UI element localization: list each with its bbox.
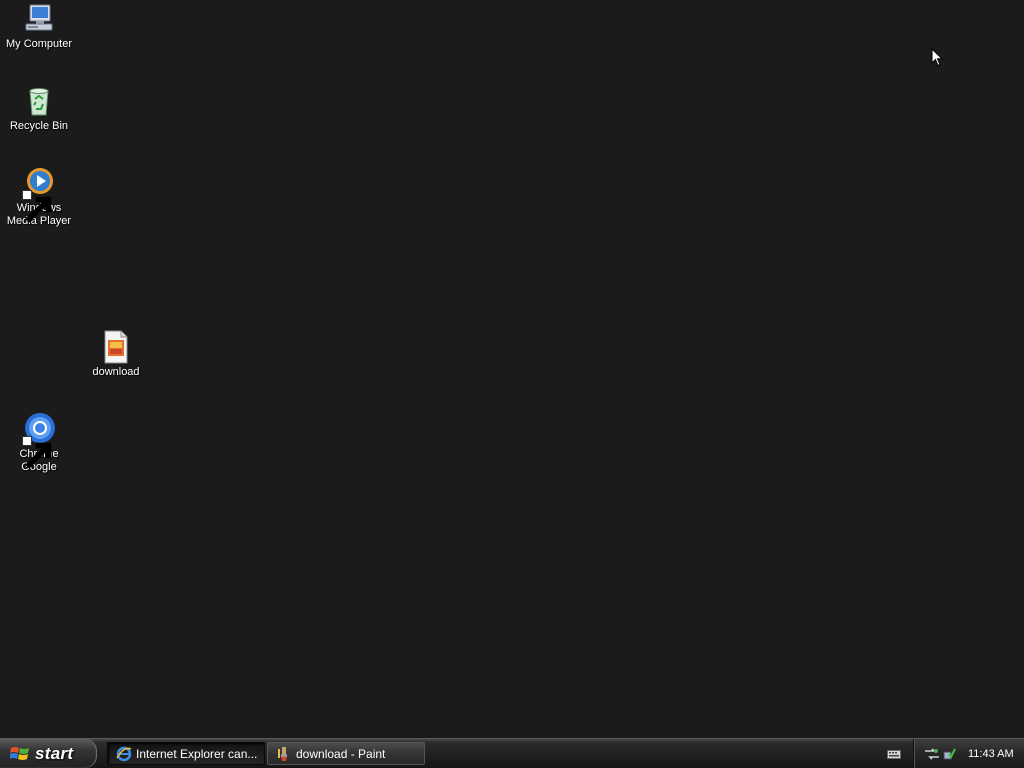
keyboard-icon[interactable]: [887, 748, 901, 760]
desktop-icon-label: Recycle Bin: [9, 120, 69, 132]
desktop[interactable]: My Computer Recycle Bin Windows Media Pl…: [0, 0, 1024, 738]
start-button[interactable]: start: [0, 739, 97, 768]
desktop-icon-download[interactable]: download: [77, 330, 155, 379]
taskbar-button-internet-explorer[interactable]: Internet Explorer can...: [107, 742, 265, 765]
start-label: start: [35, 743, 74, 763]
my-computer-icon: [22, 2, 56, 36]
taskbar-button-paint[interactable]: download - Paint: [267, 742, 425, 765]
shortcut-arrow-icon: [22, 436, 52, 469]
shortcut-arrow-icon: [22, 190, 52, 223]
desktop-icon-recycle-bin[interactable]: Recycle Bin: [0, 84, 78, 133]
desktop-icon-chrome-google[interactable]: Chrome Google: [0, 412, 78, 474]
paint-icon: [278, 746, 287, 761]
safely-remove-hardware-icon[interactable]: [942, 747, 956, 761]
desktop-icon-label: My Computer: [5, 38, 73, 50]
desktop-icon-windows-media-player[interactable]: Windows Media Player: [0, 166, 78, 228]
taskbar-button-label: download - Paint: [296, 746, 386, 761]
internet-explorer-icon: [116, 746, 132, 761]
desktop-icon-my-computer[interactable]: My Computer: [0, 2, 78, 51]
system-tray: 11:43 AM: [913, 739, 1024, 768]
clock[interactable]: 11:43 AM: [968, 748, 1014, 760]
network-icon[interactable]: [924, 747, 940, 761]
windows-flag-icon: [10, 746, 29, 760]
taskbar: start Internet Explorer can... download …: [0, 738, 1024, 768]
media-player-icon: [22, 166, 56, 223]
mouse-cursor-icon: [931, 48, 943, 67]
recycle-bin-icon: [22, 84, 56, 118]
taskbar-button-label: Internet Explorer can...: [136, 746, 258, 761]
desktop-icon-label: download: [92, 366, 140, 378]
chrome-icon: [22, 412, 56, 469]
image-file-icon: [99, 330, 133, 364]
